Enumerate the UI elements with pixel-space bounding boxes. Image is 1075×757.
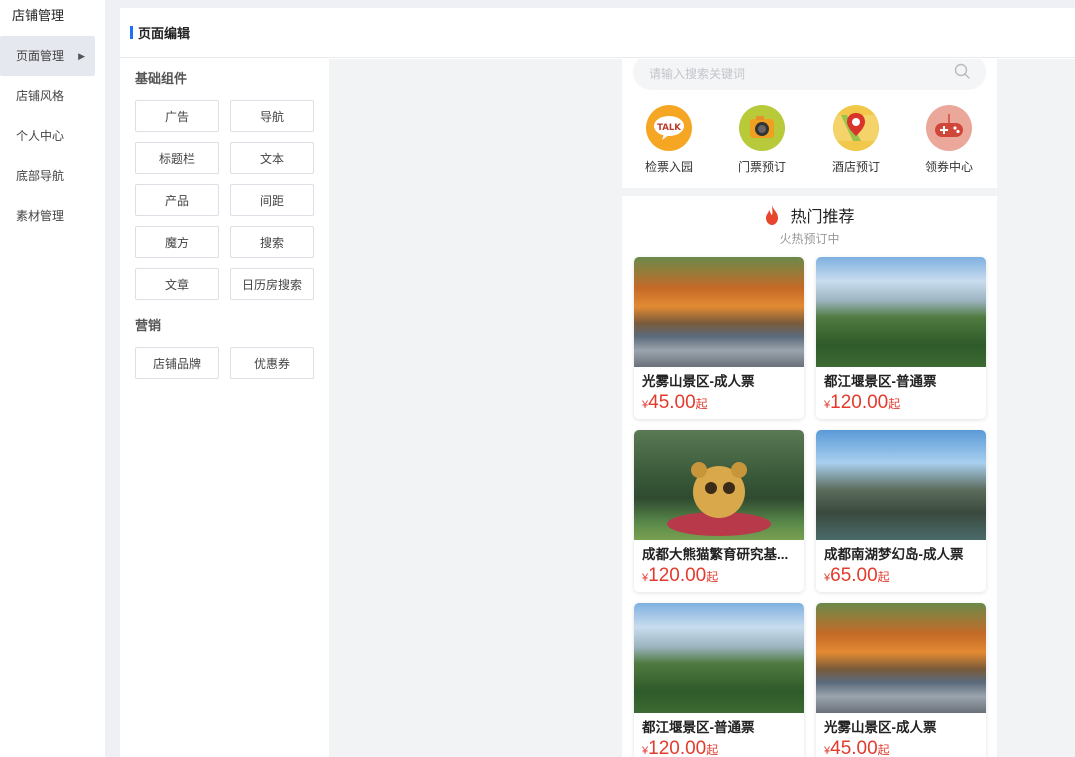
nav-item-label: 领券中心 bbox=[924, 160, 973, 174]
nav-item-ticket-check[interactable]: TALK 检票入园 bbox=[634, 105, 704, 175]
phone-preview: 请输入搜索关键词 TALK 检票入园 门票预订 酒店预订 领券中心 热门推荐 火… bbox=[622, 59, 997, 757]
product-name: 都江堰景区-普通票 bbox=[642, 720, 755, 735]
sidebar-item-shop-style[interactable]: 店铺风格 bbox=[0, 76, 105, 116]
component-titlebar-button[interactable]: 标题栏 bbox=[135, 142, 219, 174]
product-card[interactable]: 都江堰景区-普通票 ¥120.00起 bbox=[816, 257, 986, 419]
search-placeholder: 请输入搜索关键词 bbox=[649, 67, 746, 81]
sidebar-title: 店铺管理 bbox=[12, 8, 65, 23]
nav-item-coupon-center[interactable]: 领券中心 bbox=[914, 105, 984, 175]
product-price: ¥120.00起 bbox=[824, 392, 901, 413]
product-name: 都江堰景区-普通票 bbox=[824, 374, 937, 389]
nav-item-ticket-booking[interactable]: 门票预订 bbox=[727, 105, 797, 175]
talk-icon: TALK bbox=[646, 105, 692, 151]
product-image bbox=[634, 603, 804, 713]
product-name: 光雾山景区-成人票 bbox=[642, 374, 755, 389]
sidebar-item-bottom-nav[interactable]: 底部导航 bbox=[0, 156, 105, 196]
page-title: 页面编辑 bbox=[138, 26, 191, 41]
basic-components-grid: 广告 导航 标题栏 文本 产品 间距 魔方 搜索 文章 日历房搜索 bbox=[135, 100, 314, 300]
product-name: 成都大熊猫繁育研究基... bbox=[642, 547, 789, 562]
left-sidebar: 店铺管理 页面管理 ▶ 店铺风格 个人中心 底部导航 素材管理 bbox=[0, 0, 105, 757]
nav-item-label: 酒店预订 bbox=[831, 160, 880, 174]
product-card[interactable]: 光雾山景区-成人票 ¥45.00起 bbox=[634, 257, 804, 419]
sidebar-item-label: 店铺风格 bbox=[16, 89, 65, 103]
component-ad-button[interactable]: 广告 bbox=[135, 100, 219, 132]
component-calendar-room-search-button[interactable]: 日历房搜索 bbox=[230, 268, 314, 300]
product-price: ¥45.00起 bbox=[824, 738, 890, 757]
marketing-components-grid: 店铺品牌 优惠券 bbox=[135, 347, 314, 379]
product-image bbox=[816, 603, 986, 713]
component-coupon-button[interactable]: 优惠券 bbox=[230, 347, 314, 379]
fire-icon bbox=[766, 205, 779, 225]
basic-components-title: 基础组件 bbox=[135, 71, 188, 86]
product-name: 光雾山景区-成人票 bbox=[824, 720, 937, 735]
product-price: ¥45.00起 bbox=[642, 392, 708, 413]
product-price: ¥120.00起 bbox=[642, 738, 719, 757]
section-divider bbox=[622, 188, 997, 196]
preview-canvas: 请输入搜索关键词 TALK 检票入园 门票预订 酒店预订 领券中心 热门推荐 火… bbox=[329, 59, 1075, 757]
title-accent-bar bbox=[130, 26, 133, 39]
nav-item-label: 检票入园 bbox=[644, 160, 693, 174]
search-input[interactable]: 请输入搜索关键词 bbox=[633, 59, 986, 90]
product-image bbox=[816, 430, 986, 540]
sidebar-item-label: 底部导航 bbox=[16, 169, 65, 183]
product-image bbox=[634, 257, 804, 367]
component-cube-button[interactable]: 魔方 bbox=[135, 226, 219, 258]
nav-item-label: 门票预订 bbox=[737, 160, 786, 174]
main-panel: 页面编辑 基础组件 广告 导航 标题栏 文本 产品 间距 魔方 搜索 文章 日历… bbox=[120, 8, 1075, 757]
search-icon bbox=[954, 63, 970, 79]
component-product-button[interactable]: 产品 bbox=[135, 184, 219, 216]
hot-section-title: 热门推荐 bbox=[622, 203, 997, 227]
product-image bbox=[816, 257, 986, 367]
product-price: ¥120.00起 bbox=[642, 565, 719, 586]
product-card[interactable]: 光雾山景区-成人票 ¥45.00起 bbox=[816, 603, 986, 757]
svg-text:TALK: TALK bbox=[657, 123, 681, 133]
product-card[interactable]: 都江堰景区-普通票 ¥120.00起 bbox=[634, 603, 804, 757]
hot-title-text: 热门推荐 bbox=[790, 209, 855, 226]
component-text-button[interactable]: 文本 bbox=[230, 142, 314, 174]
product-card[interactable]: 成都大熊猫繁育研究基... ¥120.00起 bbox=[634, 430, 804, 592]
component-spacing-button[interactable]: 间距 bbox=[230, 184, 314, 216]
page-header: 页面编辑 bbox=[120, 8, 1075, 58]
product-name: 成都南湖梦幻岛-成人票 bbox=[824, 547, 964, 562]
panda-sculpture-icon bbox=[667, 462, 771, 536]
marketing-title: 营销 bbox=[135, 318, 162, 333]
map-pin-icon bbox=[833, 105, 879, 151]
product-price: ¥65.00起 bbox=[824, 565, 890, 586]
component-shop-brand-button[interactable]: 店铺品牌 bbox=[135, 347, 219, 379]
product-image bbox=[634, 430, 804, 540]
component-article-button[interactable]: 文章 bbox=[135, 268, 219, 300]
camera-icon bbox=[739, 105, 785, 151]
hot-subtitle: 火热预订中 bbox=[779, 232, 840, 246]
sidebar-item-label: 页面管理 bbox=[16, 49, 65, 63]
sidebar-item-materials[interactable]: 素材管理 bbox=[0, 196, 105, 236]
nav-icons-row: TALK 检票入园 门票预订 酒店预订 领券中心 bbox=[622, 105, 997, 183]
sidebar-item-label: 个人中心 bbox=[16, 129, 65, 143]
components-panel: 基础组件 广告 导航 标题栏 文本 产品 间距 魔方 搜索 文章 日历房搜索 营… bbox=[120, 59, 329, 757]
nav-item-hotel-booking[interactable]: 酒店预订 bbox=[821, 105, 891, 175]
component-nav-button[interactable]: 导航 bbox=[230, 100, 314, 132]
sidebar-item-page-management[interactable]: 页面管理 ▶ bbox=[0, 36, 95, 76]
gamepad-icon bbox=[926, 105, 972, 151]
component-search-button[interactable]: 搜索 bbox=[230, 226, 314, 258]
caret-right-icon: ▶ bbox=[78, 51, 85, 61]
sidebar-item-label: 素材管理 bbox=[16, 209, 65, 223]
product-card[interactable]: 成都南湖梦幻岛-成人票 ¥65.00起 bbox=[816, 430, 986, 592]
sidebar-item-personal-center[interactable]: 个人中心 bbox=[0, 116, 105, 156]
